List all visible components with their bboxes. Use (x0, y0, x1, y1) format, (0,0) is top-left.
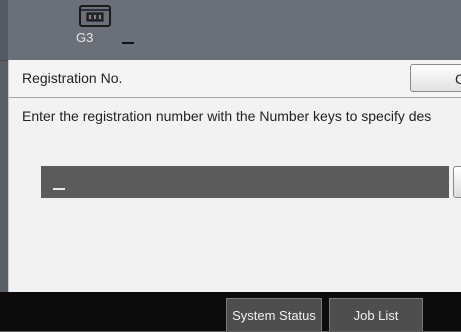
job-list-button[interactable]: Job List (329, 298, 423, 331)
entry-cursor (53, 188, 65, 190)
registration-dialog: Registration No. Can Enter the registrat… (8, 60, 461, 292)
system-status-button[interactable]: System Status (226, 298, 322, 331)
fax-machine-icon (79, 5, 111, 27)
bottom-bar: System Status Job List (0, 292, 461, 331)
clear-button[interactable] (453, 166, 461, 198)
registration-number-field[interactable] (41, 166, 449, 198)
dialog-titlebar: Registration No. Can (9, 60, 461, 98)
line-type-label: G3 (76, 30, 94, 45)
cancel-button[interactable]: Can (410, 64, 461, 92)
panel-edge (0, 0, 8, 60)
top-status-panel: G3 (0, 0, 461, 61)
instruction-text: Enter the registration number with the N… (22, 108, 432, 124)
header-cursor (122, 42, 134, 44)
dialog-title: Registration No. (22, 70, 123, 86)
